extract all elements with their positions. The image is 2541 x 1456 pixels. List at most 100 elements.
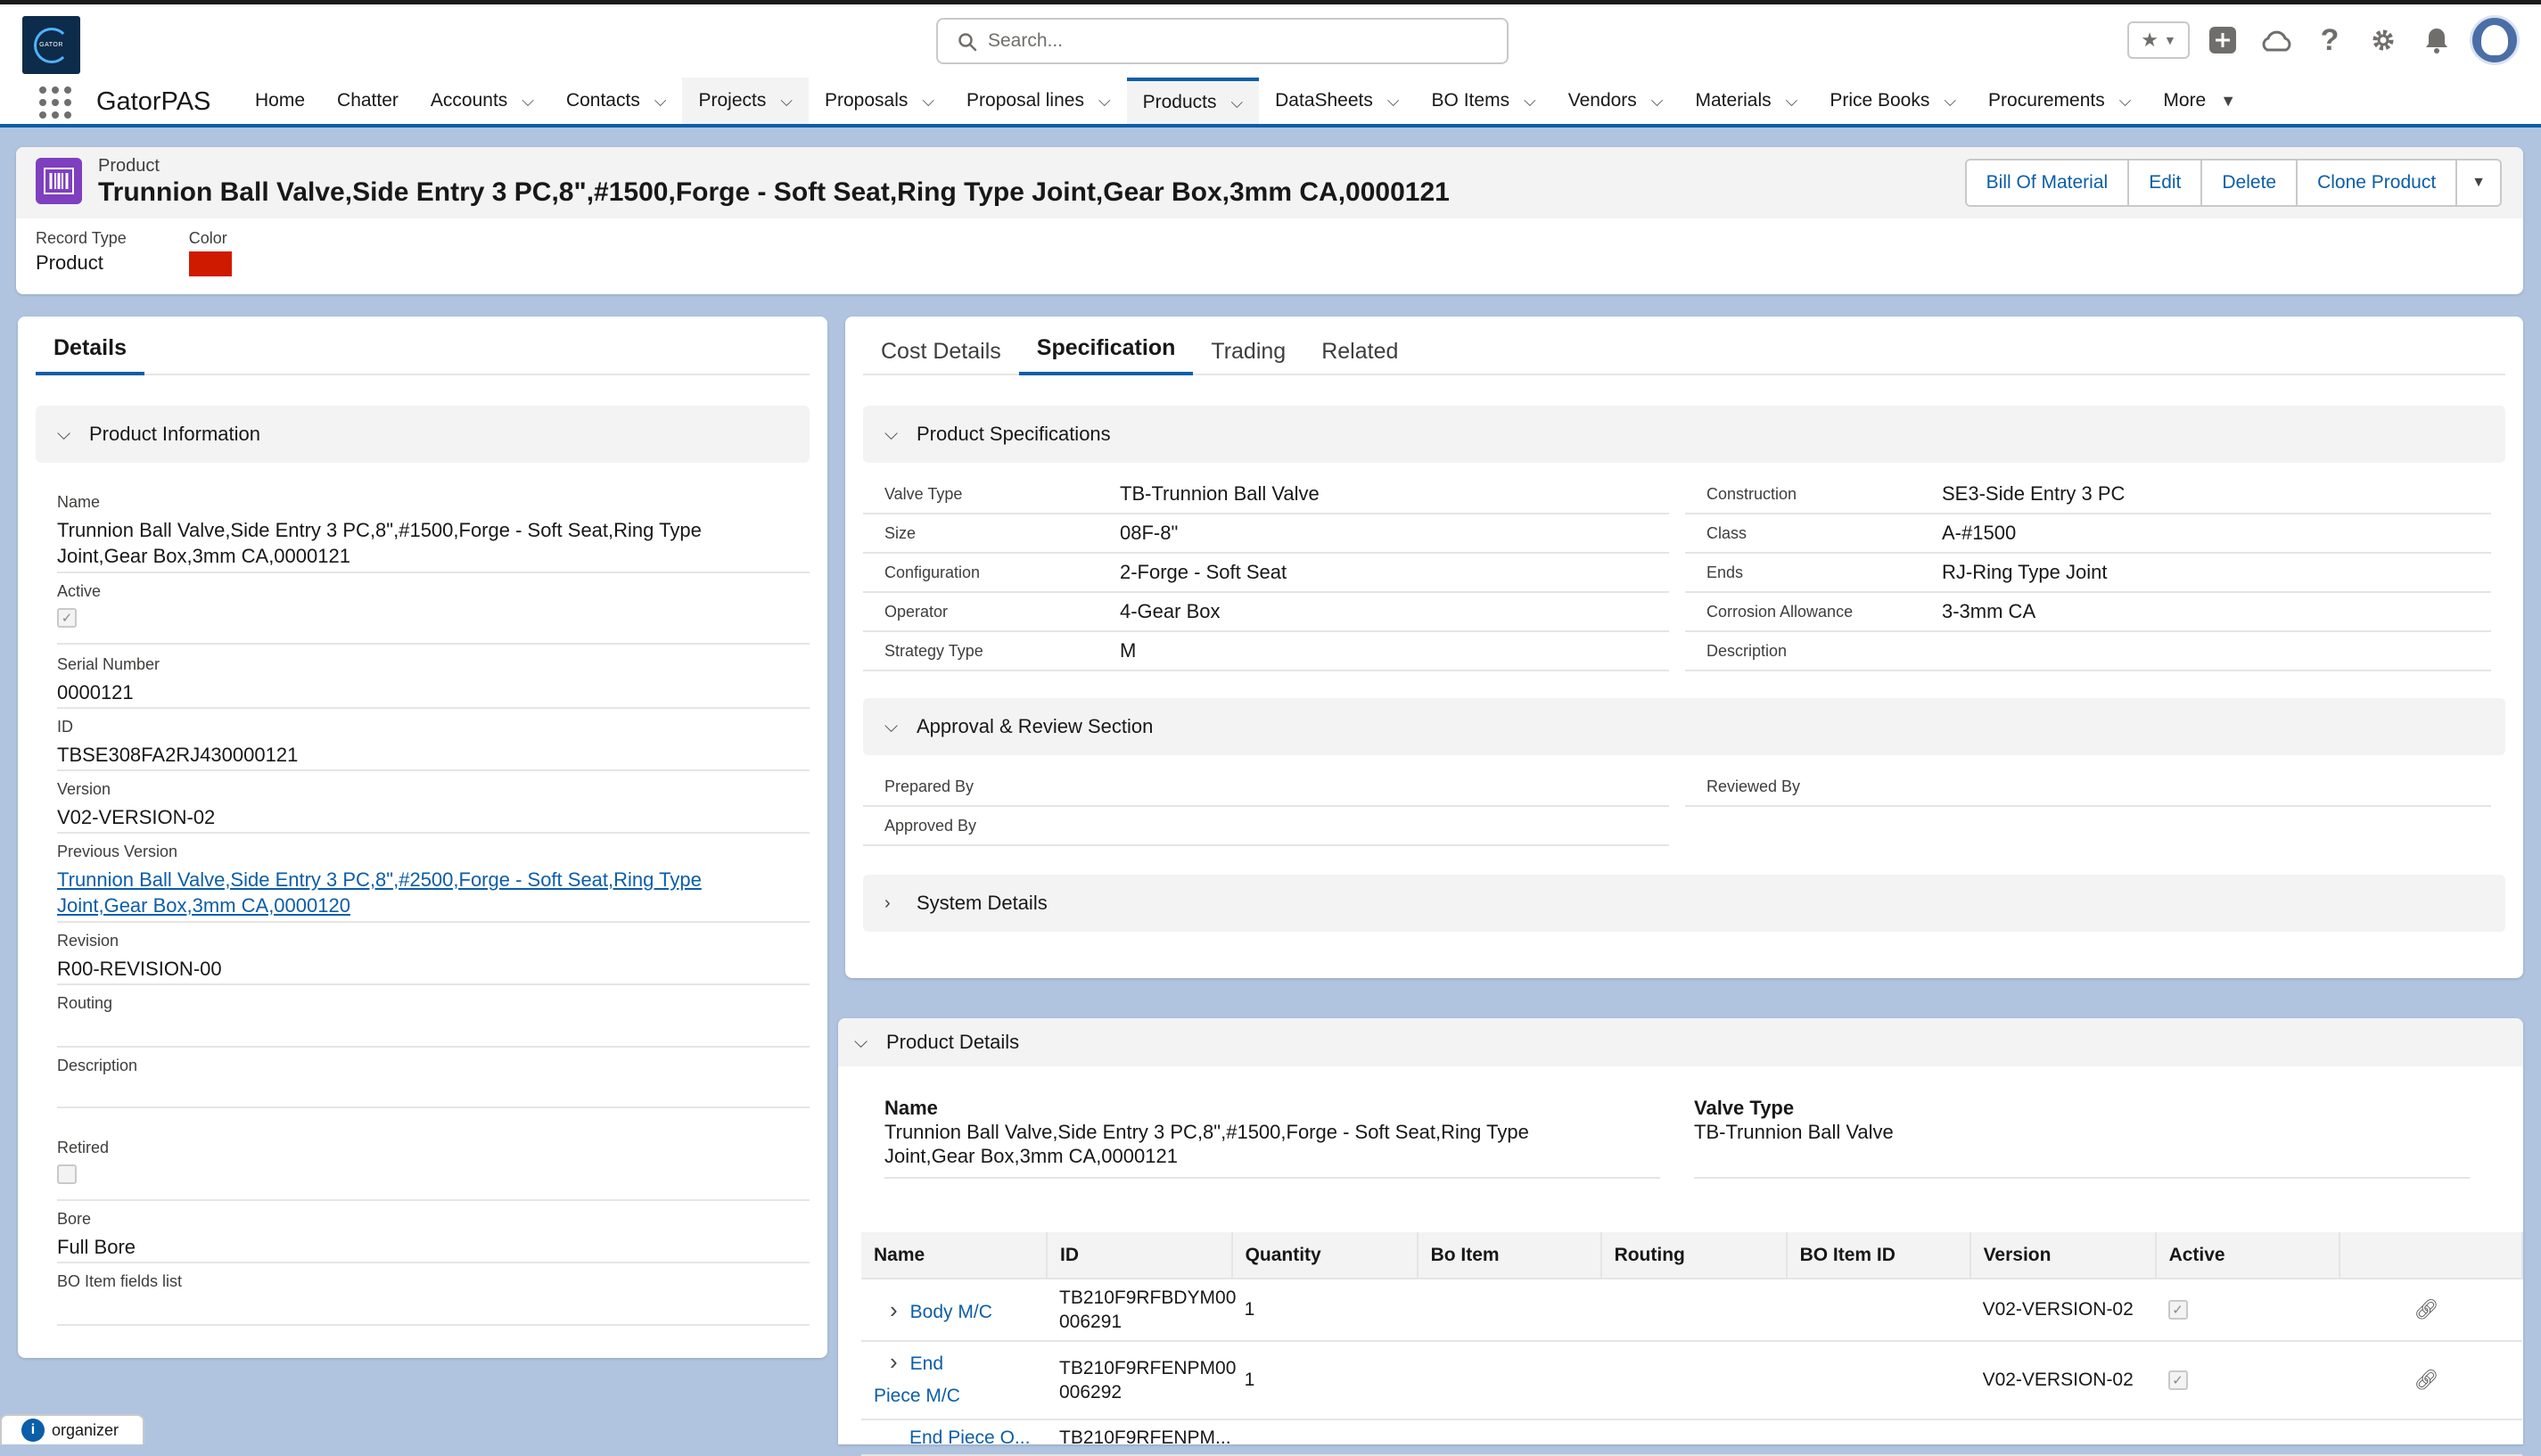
field-label: Serial Number — [57, 655, 160, 673]
nav-item-vendors[interactable]: Vendors ⌵ — [1552, 78, 1680, 124]
field-label: Reviewed By — [1706, 777, 1801, 795]
cell-quantity — [1231, 1419, 1418, 1456]
cell-bo-item — [1417, 1279, 1601, 1342]
chevron-down-icon[interactable]: ⌵ — [1387, 92, 1400, 111]
chevron-down-icon[interactable]: ⌵ — [1230, 94, 1243, 112]
nav-item-more[interactable]: More ▼ — [2147, 78, 2252, 124]
link-icon[interactable]: 🔗︎ — [2414, 1298, 2439, 1320]
col-id[interactable]: ID — [1047, 1232, 1233, 1279]
section-product-information[interactable]: ⌵ Product Information — [36, 406, 810, 463]
field-value: A-#1500 — [1942, 522, 2017, 544]
chevron-down-icon[interactable]: ⌵ — [1786, 92, 1798, 111]
col-routing[interactable]: Routing — [1600, 1232, 1788, 1279]
field-version: Version V02-VERSION-02 — [57, 780, 810, 834]
col-quantity[interactable]: Quantity — [1231, 1232, 1419, 1279]
user-avatar[interactable] — [2470, 15, 2520, 65]
notifications-button[interactable] — [2416, 20, 2457, 61]
edit-button[interactable]: Edit — [2129, 160, 2203, 205]
tab-related[interactable]: Related — [1303, 317, 1416, 375]
chevron-down-icon: ⌵ — [884, 716, 899, 736]
nav-item-projects[interactable]: Projects ⌵ — [682, 78, 809, 124]
nav-label: Proposals — [825, 90, 909, 111]
field-value: M — [1120, 639, 1137, 662]
row-name-link[interactable]: Body M/C — [910, 1302, 992, 1322]
trailhead-button[interactable] — [2256, 20, 2297, 61]
cell-bo-item-id — [1786, 1419, 1970, 1456]
caret-down-icon[interactable]: ▼ — [2220, 92, 2236, 111]
chevron-down-icon[interactable]: ⌵ — [1524, 92, 1536, 111]
row-name-link[interactable]: End Piece O... — [909, 1427, 1030, 1448]
app-launcher-icon[interactable] — [39, 86, 71, 119]
field-value: SE3-Side Entry 3 PC — [1942, 482, 2126, 505]
gear-icon — [2372, 29, 2394, 51]
section-system-details[interactable]: › System Details — [863, 875, 2505, 932]
field-label: Approved By — [884, 816, 977, 835]
field-label: Size — [884, 523, 917, 542]
organizer-tab[interactable]: i organizer — [0, 1414, 144, 1444]
chevron-down-icon[interactable]: ⌵ — [1098, 92, 1111, 111]
section-approval-review[interactable]: ⌵ Approval & Review Section — [863, 698, 2505, 755]
clone-product-button[interactable]: Clone Product — [2298, 160, 2458, 205]
col-active[interactable]: Active — [2155, 1232, 2340, 1279]
chevron-down-icon[interactable]: ⌵ — [922, 92, 934, 111]
col-bo-item-id[interactable]: BO Item ID — [1786, 1232, 1971, 1279]
nav-item-proposal-lines[interactable]: Proposal lines ⌵ — [950, 78, 1127, 124]
section-product-details[interactable]: ⌵ Product Details — [838, 1018, 2523, 1066]
help-button[interactable]: ? — [2309, 20, 2350, 61]
details-tabs: Details — [36, 317, 810, 375]
nav-item-products[interactable]: Products ⌵ — [1126, 78, 1260, 124]
bill-of-material-button[interactable]: Bill Of Material — [1966, 160, 2130, 205]
tab-cost-details[interactable]: Cost Details — [863, 317, 1019, 375]
field-label: BO Item fields list — [57, 1272, 183, 1290]
field-label: Version — [57, 780, 111, 798]
row-name-link[interactable]: End Piece M/C — [874, 1348, 963, 1412]
chevron-down-icon[interactable]: ⌵ — [2119, 92, 2132, 111]
field-value: 08F-8" — [1120, 522, 1179, 544]
field-value: V02-VERSION-02 — [57, 806, 216, 828]
chevron-down-icon[interactable]: ⌵ — [654, 92, 667, 111]
chevron-down-icon[interactable]: ⌵ — [522, 92, 534, 111]
nav-item-bo-items[interactable]: BO Items ⌵ — [1416, 78, 1552, 124]
spec-ends: Ends RJ-Ring Type Joint — [1685, 554, 2491, 593]
chevron-right-icon[interactable]: › — [890, 1348, 898, 1376]
link-icon[interactable]: 🔗︎ — [2414, 1369, 2439, 1391]
chevron-down-icon[interactable]: ⌵ — [780, 92, 793, 111]
field-retired: Retired — [57, 1139, 810, 1201]
favorites-button[interactable]: ★ ▼ — [2127, 21, 2190, 59]
table-row: › Body M/C TB210F9RFBDYM00 006291 1 V02-V… — [861, 1279, 2522, 1342]
record-highlights-panel: Product Trunnion Ball Valve,Side Entry 3… — [16, 147, 2523, 294]
cell-bo-item — [1417, 1419, 1601, 1456]
chevron-down-icon[interactable]: ⌵ — [1651, 92, 1664, 111]
field-approved-by: Approved By — [863, 807, 1669, 846]
col-version[interactable]: Version — [1969, 1232, 2157, 1279]
chevron-right-icon[interactable]: › — [890, 1296, 898, 1323]
col-bo-item[interactable]: Bo Item — [1417, 1232, 1602, 1279]
more-actions-button[interactable]: ▼ — [2457, 160, 2500, 205]
nav-item-chatter[interactable]: Chatter — [321, 78, 415, 124]
tab-details[interactable]: Details — [36, 317, 144, 375]
field-value: TB-Trunnion Ball Valve — [1120, 482, 1320, 505]
nav-item-contacts[interactable]: Contacts ⌵ — [550, 78, 683, 124]
chevron-down-icon[interactable]: ⌵ — [1944, 92, 1956, 111]
nav-item-home[interactable]: Home — [239, 78, 321, 124]
col-name[interactable]: Name — [861, 1232, 1048, 1279]
spec-valve-type: Valve Type TB-Trunnion Ball Valve — [863, 475, 1669, 514]
nav-item-materials[interactable]: Materials ⌵ — [1679, 78, 1813, 124]
highlight-fields: Record Type Product Color — [36, 229, 232, 276]
field-value: 2-Forge - Soft Seat — [1120, 561, 1287, 583]
tab-specification[interactable]: Specification — [1018, 317, 1194, 375]
nav-item-accounts[interactable]: Accounts ⌵ — [415, 78, 550, 124]
setup-button[interactable] — [2363, 20, 2404, 61]
delete-button[interactable]: Delete — [2202, 160, 2298, 205]
tab-trading[interactable]: Trading — [1193, 317, 1303, 375]
section-product-specifications[interactable]: ⌵ Product Specifications — [863, 406, 2505, 463]
nav-item-price-books[interactable]: Price Books ⌵ — [1813, 78, 1972, 124]
nav-item-proposals[interactable]: Proposals ⌵ — [809, 78, 950, 124]
nav-item-procurements[interactable]: Procurements ⌵ — [1972, 78, 2147, 124]
global-search-input[interactable]: Search... — [936, 18, 1509, 64]
app-logo[interactable]: GATOR — [22, 16, 80, 74]
global-actions-button[interactable] — [2202, 20, 2243, 61]
previous-version-link[interactable]: Trunnion Ball Valve,Side Entry 3 PC,8",#… — [57, 867, 797, 918]
field-label: Operator — [884, 602, 949, 621]
nav-item-datasheets[interactable]: DataSheets ⌵ — [1259, 78, 1415, 124]
